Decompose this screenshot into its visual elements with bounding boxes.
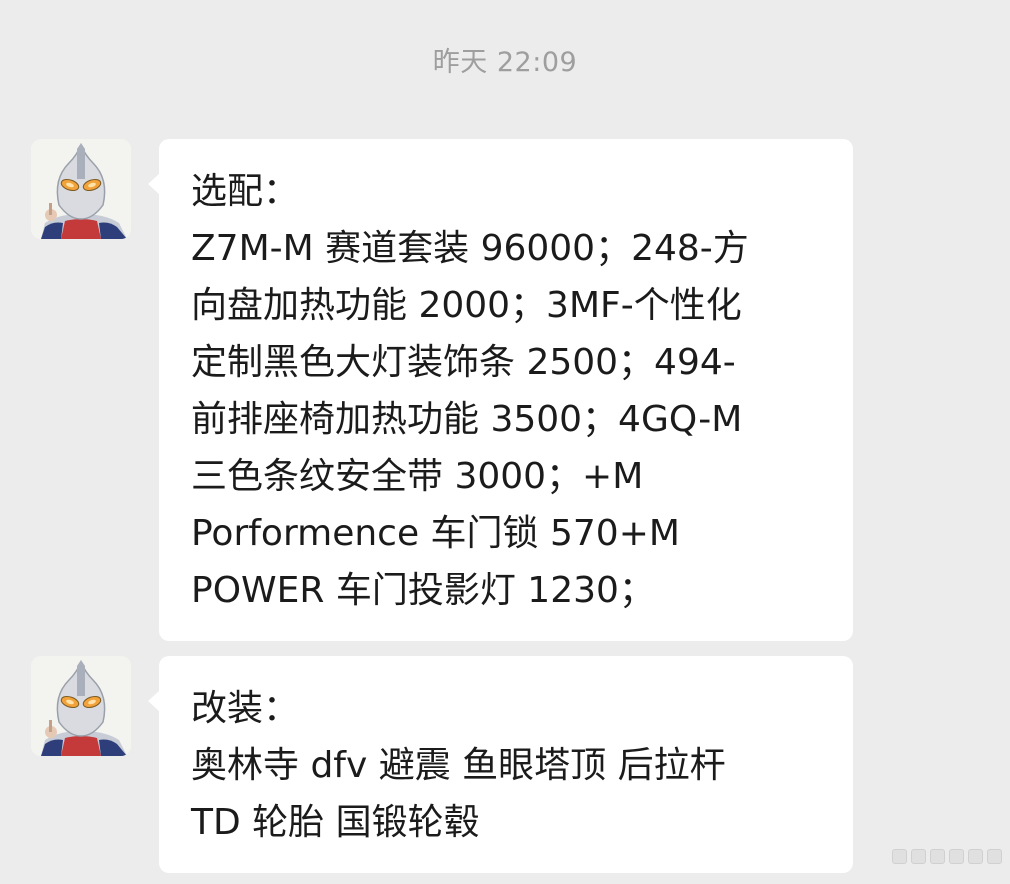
message-line: 前排座椅加热功能 3500；4GQ-M [191, 399, 743, 440]
ultraman-avatar-icon [31, 656, 131, 756]
message-line: 选配： [191, 171, 300, 212]
message-line: Porformence 车门锁 570+M [191, 513, 680, 554]
message-line: POWER 车门投影灯 1230； [191, 570, 655, 611]
message-line: 奥林寺 dfv 避震 鱼眼塔顶 后拉杆 [191, 745, 726, 786]
message-line: Z7M-M 赛道套装 96000；248-方 [191, 228, 749, 269]
message-line: 三色条纹安全带 3000；+M [191, 456, 644, 497]
message-line: 定制黑色大灯装饰条 2500；494- [191, 342, 736, 383]
avatar[interactable] [31, 139, 131, 239]
bubble-tail [148, 173, 160, 195]
message-line: 改装： [191, 688, 300, 729]
bubble-tail [148, 690, 160, 712]
watermark-icon [892, 849, 1002, 864]
message-timestamp: 昨天 22:09 [432, 47, 578, 78]
ultraman-avatar-icon [31, 139, 131, 239]
avatar[interactable] [31, 656, 131, 756]
message-bubble[interactable]: 改装： 奥林寺 dfv 避震 鱼眼塔顶 后拉杆 TD 轮胎 国锻轮毂 [148, 656, 853, 873]
message-line: 向盘加热功能 2000；3MF-个性化 [191, 285, 742, 326]
message-bubble[interactable]: 选配： Z7M-M 赛道套装 96000；248-方 向盘加热功能 2000；3… [148, 139, 853, 641]
message-line: TD 轮胎 国锻轮毂 [191, 802, 480, 843]
